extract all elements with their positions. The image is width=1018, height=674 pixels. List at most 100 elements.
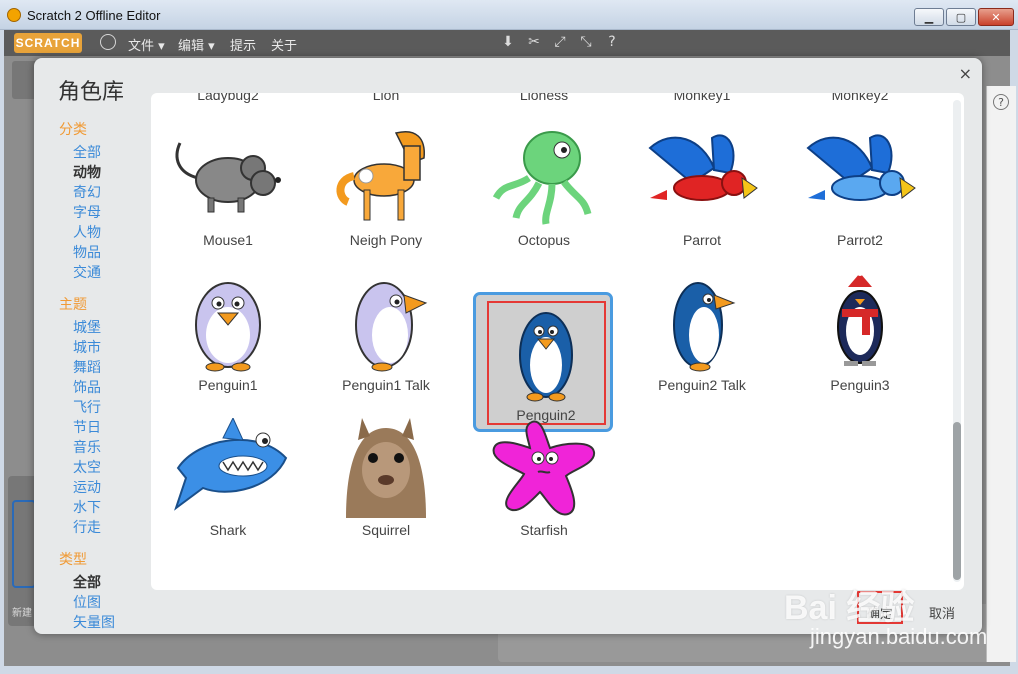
starfish-thumbnail <box>492 420 596 516</box>
close-window-button[interactable]: ✕ <box>978 8 1014 26</box>
menu-about[interactable]: 关于 <box>271 35 297 54</box>
sprite-library-dialog: 角色库 × 分类 全部 动物 奇幻 字母 人物 物品 交通 主题 城堡 城市 舞… <box>34 58 982 634</box>
category-transport[interactable]: 交通 <box>73 262 101 282</box>
sprite-tile[interactable]: Squirrel <box>316 410 456 550</box>
scratch-logo[interactable]: SCRATCH <box>14 33 82 53</box>
type-all[interactable]: 全部 <box>73 572 101 592</box>
category-heading: 分类 <box>59 122 87 138</box>
menubar: SCRATCH 文件 ▾ 编辑 ▾ 提示 关于 ⬇ ✂ ⤢ ⤡ ? <box>4 30 1010 56</box>
theme-sports[interactable]: 运动 <box>73 477 101 497</box>
sprite-label: Parrot2 <box>837 232 883 248</box>
sprite-label: Mouse1 <box>203 232 253 248</box>
sprite-tile[interactable]: Penguin2 Talk <box>632 265 772 405</box>
window-title: Scratch 2 Offline Editor <box>27 8 161 23</box>
theme-flying[interactable]: 飞行 <box>73 397 101 417</box>
sprite-label: Squirrel <box>361 522 411 538</box>
category-people[interactable]: 人物 <box>73 222 101 242</box>
copy-tool-icon[interactable]: ⬇ <box>500 34 516 50</box>
theme-music[interactable]: 音乐 <box>73 437 101 457</box>
scratch-cat-icon <box>7 8 21 22</box>
sprite-grid: Ladybug2 Lion Lioness Monkey1 Monkey2 Mo… <box>151 93 964 590</box>
sprite-tile[interactable]: Monkey2 <box>790 93 930 115</box>
type-vector[interactable]: 矢量图 <box>73 612 115 632</box>
window-titlebar: Scratch 2 Offline Editor ▁ ▢ ✕ <box>0 0 1018 30</box>
sprite-tile[interactable]: Monkey1 <box>632 93 772 115</box>
sprite-tile[interactable]: Parrot <box>632 120 772 260</box>
neigh-pony-thumbnail <box>336 131 425 221</box>
sprite-label: Penguin1 Talk <box>342 377 430 393</box>
theme-space[interactable]: 太空 <box>73 457 101 477</box>
octopus-thumbnail <box>492 131 592 225</box>
sprite-label: Monkey1 <box>673 93 731 103</box>
sprite-label: Ladybug2 <box>197 93 259 103</box>
cut-tool-icon[interactable]: ✂ <box>526 34 542 50</box>
penguin3-thumbnail <box>837 273 883 366</box>
menu-edit[interactable]: 编辑 ▾ <box>178 35 215 54</box>
category-things[interactable]: 物品 <box>73 242 101 262</box>
category-fantasy[interactable]: 奇幻 <box>73 182 101 202</box>
sprite-label: Lion <box>372 93 400 103</box>
sprite-tile[interactable]: Penguin3 <box>790 265 930 405</box>
help-circle-icon[interactable]: ? <box>993 94 1009 110</box>
sprite-tile[interactable]: Lion <box>316 93 456 115</box>
sprite-tile[interactable]: Parrot2 <box>790 120 930 260</box>
theme-underwater[interactable]: 水下 <box>73 497 101 517</box>
menu-tips[interactable]: 提示 <box>230 35 256 54</box>
sprite-tile[interactable]: Penguin1 <box>158 265 298 405</box>
sprite-tile[interactable]: Penguin1 Talk <box>316 265 456 405</box>
sprite-label: Neigh Pony <box>349 232 423 248</box>
sprite-tile[interactable]: Shark <box>158 410 298 550</box>
sprite-tile[interactable]: Lioness <box>474 93 614 115</box>
penguin1-thumbnail <box>195 282 261 372</box>
maximize-button[interactable]: ▢ <box>946 8 976 26</box>
sprite-tile[interactable]: Octopus <box>474 120 614 260</box>
sprite-tile[interactable]: Neigh Pony <box>316 120 456 260</box>
baidu-watermark: Bai 经验 <box>784 589 915 627</box>
help-icon[interactable]: ? <box>604 34 620 50</box>
menu-file[interactable]: 文件 ▾ <box>128 35 165 54</box>
theme-city[interactable]: 城市 <box>73 337 101 357</box>
right-help-strip <box>986 86 1016 662</box>
sprite-tile[interactable]: Mouse1 <box>158 120 298 260</box>
penguin2-talk-thumbnail <box>673 282 736 372</box>
dialog-close-button[interactable]: × <box>959 64 972 83</box>
language-globe-icon[interactable] <box>100 34 116 50</box>
new-sprite-label: 新建 <box>12 608 32 619</box>
theme-walking[interactable]: 行走 <box>73 517 101 537</box>
parrot2-thumbnail <box>806 134 916 201</box>
shark-thumbnail <box>174 418 288 511</box>
grow-icon[interactable]: ⤢ <box>552 34 568 50</box>
type-heading: 类型 <box>59 552 87 568</box>
sprite-tile[interactable]: Starfish <box>474 410 614 550</box>
shrink-icon[interactable]: ⤡ <box>578 34 594 50</box>
penguin1-talk-thumbnail <box>355 282 428 372</box>
theme-dress-up[interactable]: 饰品 <box>73 377 101 397</box>
sprite-label: Octopus <box>517 232 571 248</box>
sprite-label: Parrot <box>682 232 722 248</box>
mouse1-thumbnail <box>175 142 281 213</box>
category-animals[interactable]: 动物 <box>73 162 101 182</box>
scrollbar-thumb[interactable] <box>953 422 961 580</box>
type-bitmap[interactable]: 位图 <box>73 592 101 612</box>
penguin2-thumbnail <box>519 312 573 402</box>
category-letters[interactable]: 字母 <box>73 202 101 222</box>
squirrel-thumbnail <box>346 418 426 518</box>
sprite-label: Penguin1 <box>198 377 258 393</box>
sprite-label: Lioness <box>519 93 569 103</box>
baidu-watermark-url: jingyan.baidu.com <box>810 624 988 649</box>
theme-castle[interactable]: 城堡 <box>73 317 101 337</box>
minimize-button[interactable]: ▁ <box>914 8 944 26</box>
sprite-label: Penguin2 Talk <box>658 377 746 393</box>
dialog-title: 角色库 <box>58 80 125 105</box>
theme-heading: 主题 <box>59 297 87 313</box>
sprite-label: Monkey2 <box>831 93 889 103</box>
theme-holiday[interactable]: 节日 <box>73 417 101 437</box>
theme-dance[interactable]: 舞蹈 <box>73 357 101 377</box>
sprite-label: Penguin3 <box>830 377 890 393</box>
parrot-thumbnail <box>648 134 758 201</box>
sprite-tile[interactable]: Ladybug2 <box>158 93 298 115</box>
sprite-label: Shark <box>209 522 247 538</box>
cancel-button[interactable]: 取消 <box>929 603 955 622</box>
category-all[interactable]: 全部 <box>73 142 101 162</box>
sprite-label: Starfish <box>520 522 568 538</box>
